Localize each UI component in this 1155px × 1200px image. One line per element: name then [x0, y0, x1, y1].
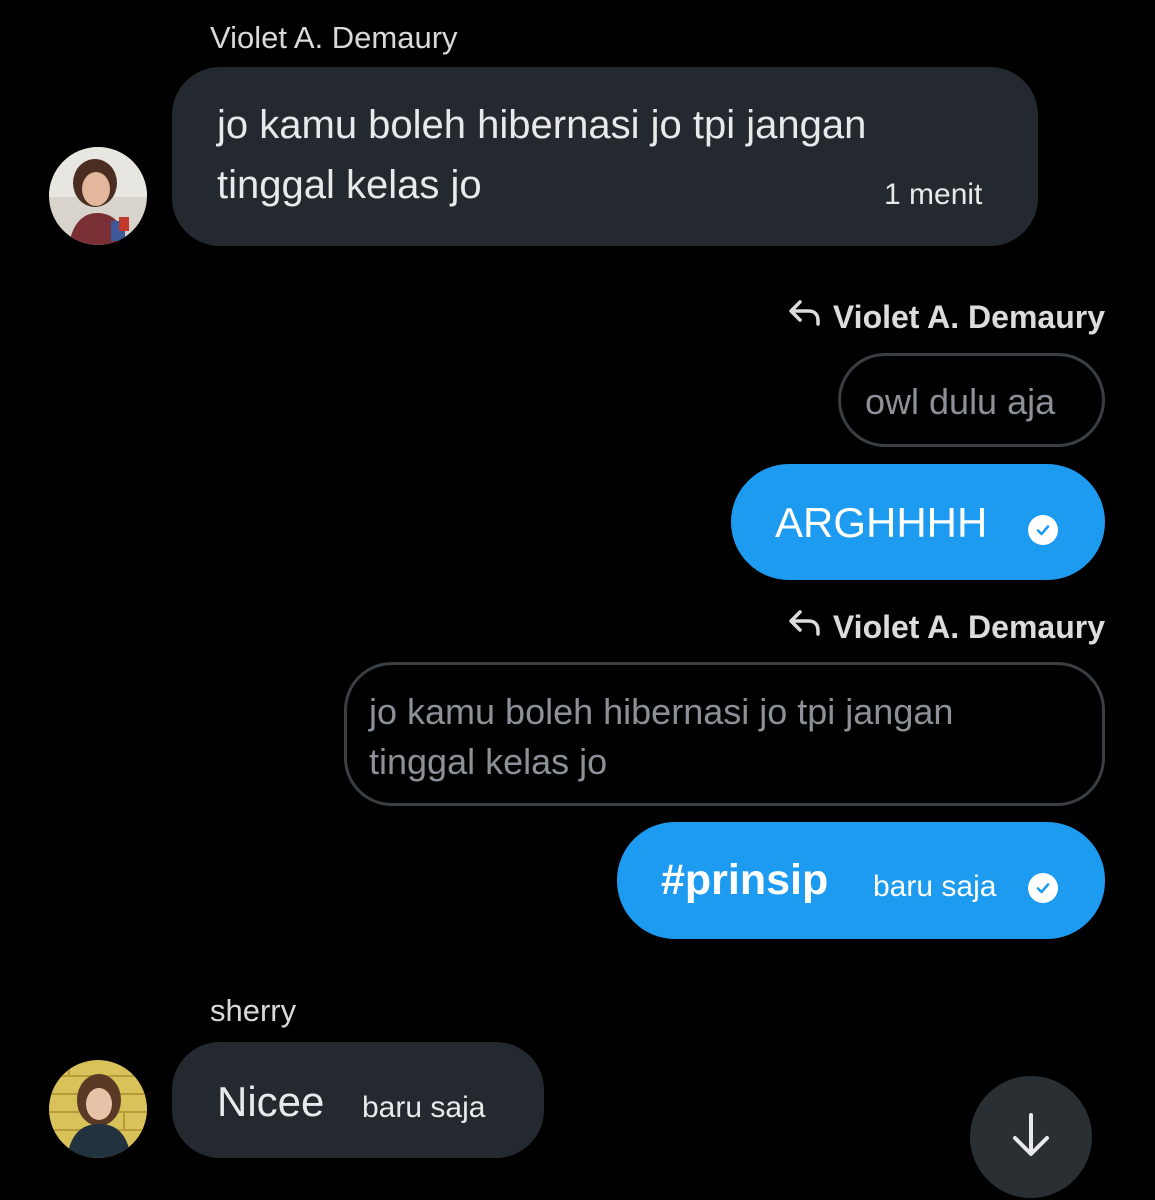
message-bubble-outgoing[interactable]: #prinsip baru saja — [617, 822, 1105, 939]
sender-name: Violet A. Demaury — [210, 20, 458, 55]
quoted-message[interactable]: jo kamu boleh hibernasi jo tpi jangan ti… — [344, 662, 1105, 806]
sender-name: sherry — [210, 993, 297, 1028]
avatar-sherry[interactable] — [49, 1060, 147, 1158]
check-circle-icon — [1028, 515, 1058, 545]
avatar-violet[interactable] — [49, 147, 147, 245]
quoted-message[interactable]: owl dulu aja — [838, 353, 1105, 447]
reply-to-name: Violet A. Demaury — [832, 298, 1105, 335]
scroll-to-bottom-button[interactable] — [970, 1076, 1092, 1198]
message-timestamp: 1 menit — [884, 178, 983, 211]
reply-context: Violet A. Demaury — [787, 298, 1105, 336]
avatar-image — [49, 147, 147, 245]
message-bubble-incoming[interactable]: Nicee baru saja — [172, 1042, 544, 1158]
message-text: Nicee — [217, 1078, 325, 1125]
arrow-down-icon — [1005, 1109, 1057, 1166]
hashtag-link[interactable]: #prinsip — [661, 856, 828, 905]
message-bubble-outgoing[interactable]: ARGHHHH — [731, 464, 1105, 580]
reply-arrow-icon — [787, 298, 821, 336]
message-text: ARGHHHH — [775, 499, 988, 546]
quoted-text-line: jo kamu boleh hibernasi jo tpi jangan — [369, 691, 954, 732]
reply-context: Violet A. Demaury — [787, 608, 1105, 646]
reply-arrow-icon — [787, 608, 821, 646]
avatar-image — [49, 1060, 147, 1158]
message-timestamp: baru saja — [873, 870, 997, 903]
quoted-text: owl dulu aja — [865, 381, 1056, 422]
message-text-line: jo kamu boleh hibernasi jo tpi jangan — [217, 103, 867, 147]
message-bubble-incoming[interactable]: jo kamu boleh hibernasi jo tpi jangan ti… — [172, 67, 1038, 246]
message-timestamp: baru saja — [362, 1091, 486, 1124]
quoted-text-line: tinggal kelas jo — [369, 741, 608, 782]
message-text-line: tinggal kelas jo — [217, 163, 482, 207]
reply-to-name: Violet A. Demaury — [832, 608, 1105, 645]
check-circle-icon — [1028, 873, 1058, 903]
